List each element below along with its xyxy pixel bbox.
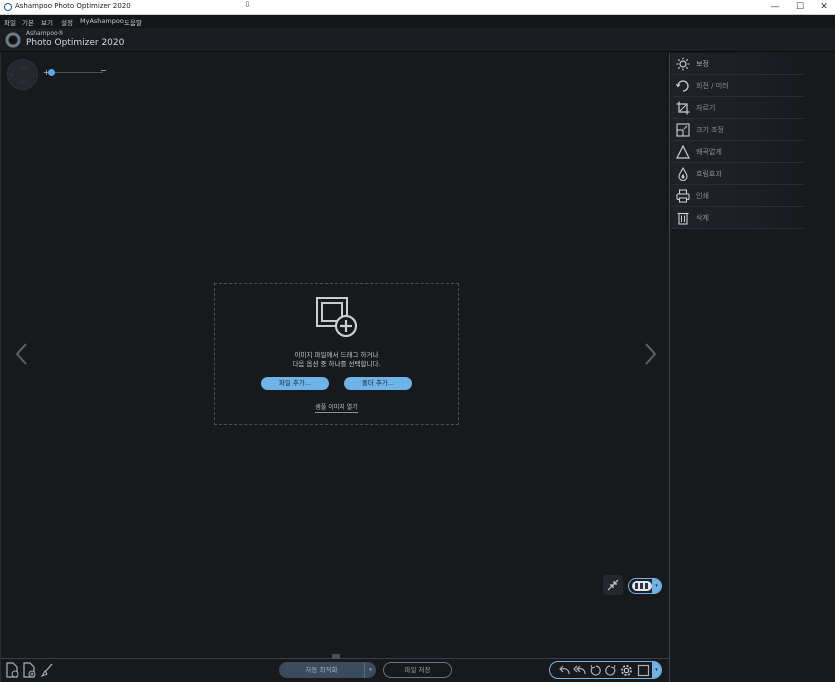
tool-panel: 보정 회전 / 미러 자르기 크기 조정 왜곡없게 흐림효과 인쇄 삭제 — [669, 53, 835, 682]
tool-crop[interactable]: 자르기 — [671, 97, 803, 119]
crop-icon — [676, 101, 690, 115]
sun-icon — [676, 57, 690, 71]
tool-rotate-mirror[interactable]: 회전 / 미러 — [671, 75, 803, 97]
tool-adjust-label: 보정 — [696, 60, 709, 68]
resize-icon — [676, 123, 690, 137]
open-sample-link[interactable]: 샘플 이미지 열기 — [215, 402, 458, 413]
previous-image-arrow-icon[interactable] — [15, 342, 29, 366]
view-mode-toggle[interactable]: ▾ — [628, 578, 662, 594]
tool-perspective-label: 왜곡없게 — [696, 148, 722, 156]
gear-icon — [621, 665, 632, 676]
zoom-slider-track[interactable] — [49, 72, 103, 73]
tool-perspective[interactable]: 왜곡없게 — [671, 141, 803, 163]
triangle-icon — [676, 145, 690, 159]
brand-bar: Ashampoo® Photo Optimizer 2020 — [0, 28, 835, 52]
filmstrip-view-icon — [632, 581, 652, 591]
view-mode-dropdown[interactable]: ▾ — [652, 579, 661, 593]
tool-rotate-mirror-label: 회전 / 미러 — [696, 82, 729, 90]
open-file-icon[interactable] — [5, 662, 19, 678]
rotate-icon — [676, 80, 689, 92]
filmstrip-expand-tab[interactable] — [332, 654, 340, 659]
chevron-right-icon: › — [32, 71, 35, 79]
brand-vendor: Ashampoo® — [26, 30, 64, 37]
window-title: Ashampoo Photo Optimizer 2020 — [15, 2, 131, 10]
tool-resize-label: 크기 조정 — [696, 126, 724, 134]
menu-myashampoo[interactable]: MyAshampoo — [80, 17, 124, 25]
add-files-button[interactable]: 파일 추가... — [261, 377, 329, 390]
undo-all-icon — [573, 665, 586, 675]
auto-optimize-button[interactable]: 자동 최적화 ▾ — [279, 662, 376, 678]
clear-brush-icon[interactable] — [40, 662, 54, 678]
app-icon — [4, 3, 12, 11]
ashampoo-logo — [4, 31, 22, 49]
chevron-up-icon: ︿ — [20, 62, 27, 70]
tool-print[interactable]: 인쇄 — [671, 185, 803, 207]
tool-blur[interactable]: 흐림효과 — [671, 163, 803, 185]
tool-crop-label: 자르기 — [696, 104, 716, 112]
add-image-icon — [316, 297, 358, 338]
menu-help[interactable]: 도움말 — [124, 17, 142, 27]
close-button[interactable]: ✕ — [811, 0, 835, 14]
chevron-left-icon: ‹ — [10, 71, 13, 79]
rotate-right-icon — [605, 664, 616, 676]
maximize-button[interactable]: ☐ — [787, 0, 813, 14]
menu-settings[interactable]: 설정 — [61, 17, 73, 27]
title-bar: Ashampoo Photo Optimizer 2020 ⇩ — ☐ ✕ — [0, 0, 835, 15]
edit-actions-group: ▾ — [549, 661, 662, 679]
drop-icon — [678, 167, 688, 181]
tool-adjust[interactable]: 보정 — [671, 53, 803, 75]
zoom-slider-handle[interactable] — [48, 69, 55, 76]
tool-print-label: 인쇄 — [696, 192, 709, 200]
menu-basic[interactable]: 기본 — [22, 17, 34, 27]
minimize-button[interactable]: — — [762, 0, 788, 14]
fit-view-button[interactable] — [603, 575, 623, 595]
auto-optimize-label[interactable]: 자동 최적화 — [279, 662, 364, 678]
printer-icon — [676, 189, 690, 203]
bottom-toolbar: 자동 최적화 ▾ 파일 저장 ▾ — [0, 654, 669, 682]
menu-view[interactable]: 보기 — [41, 17, 53, 27]
brand-product: Photo Optimizer 2020 — [26, 38, 125, 48]
rotate-left-icon — [590, 664, 601, 676]
tool-resize[interactable]: 크기 조정 — [671, 119, 803, 141]
zoom-out-icon[interactable]: − — [100, 66, 107, 75]
save-file-button[interactable]: 파일 저장 — [383, 662, 452, 678]
tool-blur-label: 흐림효과 — [696, 170, 722, 178]
drop-zone[interactable]: 이미지 파일에서 드래그 하거나 다음 옵션 중 하나를 선택합니다. 파일 추… — [214, 283, 459, 425]
trash-icon — [677, 212, 689, 225]
undo-icon — [559, 665, 570, 675]
menu-file[interactable]: 파일 — [4, 17, 16, 27]
chevron-down-icon: ﹀ — [20, 81, 27, 89]
pan-navigator[interactable]: ︿ ﹀ ‹ › — [7, 59, 38, 90]
menu-bar: 파일 기본 보기 설정 MyAshampoo 도움말 — [0, 15, 835, 28]
tool-delete[interactable]: 삭제 — [671, 207, 803, 229]
main-canvas: ︿ ﹀ ‹ › + − 이미지 파일에서 드래그 하거나 다음 옵션 중 하나를… — [0, 53, 669, 658]
pin-icon[interactable]: ⇩ — [244, 0, 251, 9]
compare-view-icon — [637, 664, 650, 677]
tool-delete-label: 삭제 — [696, 214, 709, 222]
auto-optimize-dropdown[interactable]: ▾ — [364, 662, 376, 678]
compress-arrows-icon — [607, 579, 619, 591]
edit-actions-dropdown[interactable]: ▾ — [652, 662, 661, 678]
drop-instruction-line2: 다음 옵션 중 하나를 선택합니다. — [292, 360, 381, 368]
add-file-icon[interactable] — [22, 662, 36, 678]
next-image-arrow-icon[interactable] — [643, 342, 657, 366]
open-sample-label[interactable]: 샘플 이미지 열기 — [315, 404, 358, 413]
add-folder-button[interactable]: 폴더 추가... — [344, 377, 412, 390]
